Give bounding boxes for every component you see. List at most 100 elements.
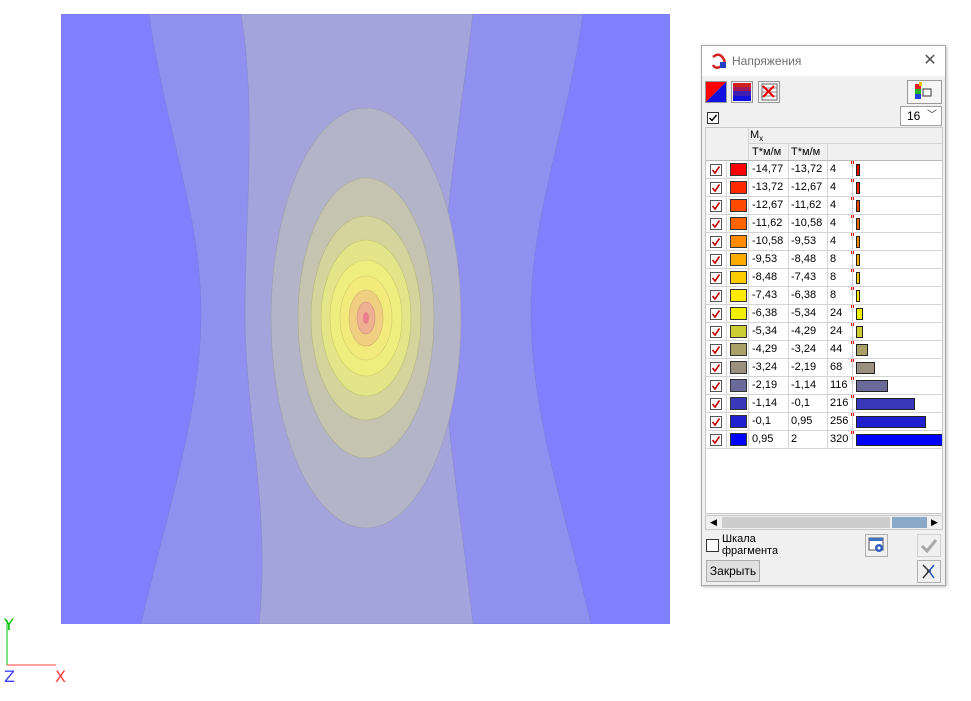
scroll-left-icon[interactable]: ◀ bbox=[706, 516, 721, 529]
row-histogram-bar bbox=[856, 362, 875, 374]
row-visible-checkbox[interactable] bbox=[710, 272, 722, 284]
palette-gradient-button[interactable] bbox=[705, 81, 727, 103]
row-range-to: -1,14 bbox=[791, 379, 817, 391]
row-color-swatch[interactable] bbox=[730, 199, 747, 212]
row-histogram-bar bbox=[856, 218, 860, 230]
row-visible-checkbox[interactable] bbox=[710, 416, 722, 428]
row-visible-checkbox[interactable] bbox=[710, 308, 722, 320]
show-legend-checkbox[interactable] bbox=[707, 112, 719, 124]
legend-row[interactable]: -4,29 -3,24 44 bbox=[706, 341, 942, 359]
table-delete-button[interactable] bbox=[758, 81, 780, 103]
row-color-swatch[interactable] bbox=[730, 307, 747, 320]
settings-button[interactable] bbox=[865, 534, 888, 557]
scroll-right-icon[interactable]: ▶ bbox=[927, 516, 942, 529]
legend-row[interactable]: -2,19 -1,14 116 bbox=[706, 377, 942, 395]
row-color-swatch[interactable] bbox=[730, 163, 747, 176]
apply-button[interactable] bbox=[917, 534, 941, 557]
legend-row[interactable]: -8,48 -7,43 8 bbox=[706, 269, 942, 287]
palette-gradient-icon bbox=[706, 82, 726, 102]
row-visible-checkbox[interactable] bbox=[710, 182, 722, 194]
row-visible-checkbox[interactable] bbox=[710, 290, 722, 302]
row-range-to: -0,1 bbox=[791, 397, 810, 409]
row-color-swatch[interactable] bbox=[730, 433, 747, 446]
legend-row[interactable]: -11,62 -10,58 4 bbox=[706, 215, 942, 233]
row-element-count: 4 bbox=[830, 235, 837, 247]
row-color-swatch[interactable] bbox=[730, 235, 747, 248]
fragment-scale-checkbox[interactable] bbox=[706, 539, 719, 552]
close-icon[interactable]: ✕ bbox=[915, 46, 945, 76]
quantity-subscript: x bbox=[759, 134, 764, 144]
legend-row[interactable]: -3,24 -2,19 68 bbox=[706, 359, 942, 377]
legend-row[interactable]: -12,67 -11,62 4 bbox=[706, 197, 942, 215]
panel-title: Напряжения bbox=[732, 54, 802, 68]
pin-tool-button[interactable] bbox=[917, 560, 941, 583]
legend-table[interactable]: Mx Т*м/м Т*м/м -14,77 -13,72 4 -13,72 -12,67… bbox=[705, 127, 943, 514]
row-range-to: -7,43 bbox=[791, 271, 817, 283]
legend-row[interactable]: -7,43 -6,38 8 bbox=[706, 287, 942, 305]
legend-row[interactable]: 0,95 2 320 bbox=[706, 431, 942, 449]
row-color-swatch[interactable] bbox=[730, 379, 747, 392]
row-visible-checkbox[interactable] bbox=[710, 362, 722, 374]
stress-contour-viewport[interactable] bbox=[61, 13, 670, 625]
row-color-swatch[interactable] bbox=[730, 217, 747, 230]
row-range-from: -4,29 bbox=[752, 343, 778, 355]
legend-row[interactable]: -0,1 0,95 256 bbox=[706, 413, 942, 431]
row-visible-checkbox[interactable] bbox=[710, 236, 722, 248]
row-color-swatch[interactable] bbox=[730, 271, 747, 284]
row-visible-checkbox[interactable] bbox=[710, 326, 722, 338]
legend-row[interactable]: -9,53 -8,48 8 bbox=[706, 251, 942, 269]
row-range-from: -2,19 bbox=[752, 379, 778, 391]
row-color-swatch[interactable] bbox=[730, 415, 747, 428]
axis-z-label: Z bbox=[4, 667, 15, 686]
row-color-swatch[interactable] bbox=[730, 361, 747, 374]
row-visible-checkbox[interactable] bbox=[710, 344, 722, 356]
row-range-to: -5,34 bbox=[791, 307, 817, 319]
row-color-swatch[interactable] bbox=[730, 289, 747, 302]
legend-row[interactable]: -14,77 -13,72 4 bbox=[706, 161, 942, 179]
checkmark-icon bbox=[711, 346, 721, 355]
legend-row[interactable]: -5,34 -4,29 24 bbox=[706, 323, 942, 341]
legend-row[interactable]: -13,72 -12,67 4 bbox=[706, 179, 942, 197]
checkmark-icon bbox=[920, 539, 938, 554]
legend-table-header: Mx Т*м/м Т*м/м bbox=[706, 128, 942, 161]
panel-title-bar[interactable]: Напряжения ✕ bbox=[702, 46, 945, 76]
quantity-symbol: M bbox=[750, 129, 760, 141]
row-range-to: -4,29 bbox=[791, 325, 817, 337]
row-element-count: 44 bbox=[830, 343, 843, 355]
row-visible-checkbox[interactable] bbox=[710, 380, 722, 392]
color-scale-button[interactable] bbox=[731, 81, 753, 103]
row-histogram-bar bbox=[856, 434, 942, 446]
checkmark-icon bbox=[711, 202, 721, 211]
header-from-unit: Т*м/м bbox=[752, 146, 782, 158]
row-color-swatch[interactable] bbox=[730, 181, 747, 194]
legend-row[interactable]: -10,58 -9,53 4 bbox=[706, 233, 942, 251]
legend-horizontal-scrollbar[interactable]: ◀ ▶ bbox=[705, 515, 943, 530]
row-histogram-bar bbox=[856, 290, 860, 302]
row-element-count: 68 bbox=[830, 361, 843, 373]
row-color-swatch[interactable] bbox=[730, 397, 747, 410]
close-button[interactable]: Закрыть bbox=[706, 560, 760, 582]
legend-row[interactable]: -1,14 -0,1 216 bbox=[706, 395, 942, 413]
row-color-swatch[interactable] bbox=[730, 253, 747, 266]
scroll-track[interactable] bbox=[892, 517, 928, 528]
scroll-thumb[interactable] bbox=[722, 517, 890, 528]
legend-layout-button[interactable] bbox=[907, 80, 942, 104]
checkmark-icon bbox=[711, 256, 721, 265]
row-visible-checkbox[interactable] bbox=[710, 398, 722, 410]
row-element-count: 8 bbox=[830, 253, 837, 265]
row-visible-checkbox[interactable] bbox=[710, 200, 722, 212]
column-divider bbox=[788, 161, 789, 449]
row-color-swatch[interactable] bbox=[730, 343, 747, 356]
row-histogram-bar bbox=[856, 254, 860, 266]
row-color-swatch[interactable] bbox=[730, 325, 747, 338]
fragment-scale-label: Шкала фрагмента bbox=[722, 533, 779, 557]
legend-row[interactable]: -6,38 -5,34 24 bbox=[706, 305, 942, 323]
row-visible-checkbox[interactable] bbox=[710, 254, 722, 266]
row-range-to: -8,48 bbox=[791, 253, 817, 265]
interval-count-select[interactable]: 16 ﹀ bbox=[900, 106, 942, 126]
row-range-from: -11,62 bbox=[752, 217, 783, 229]
row-visible-checkbox[interactable] bbox=[710, 218, 722, 230]
row-visible-checkbox[interactable] bbox=[710, 164, 722, 176]
checkmark-icon bbox=[711, 184, 721, 193]
row-visible-checkbox[interactable] bbox=[710, 434, 722, 446]
